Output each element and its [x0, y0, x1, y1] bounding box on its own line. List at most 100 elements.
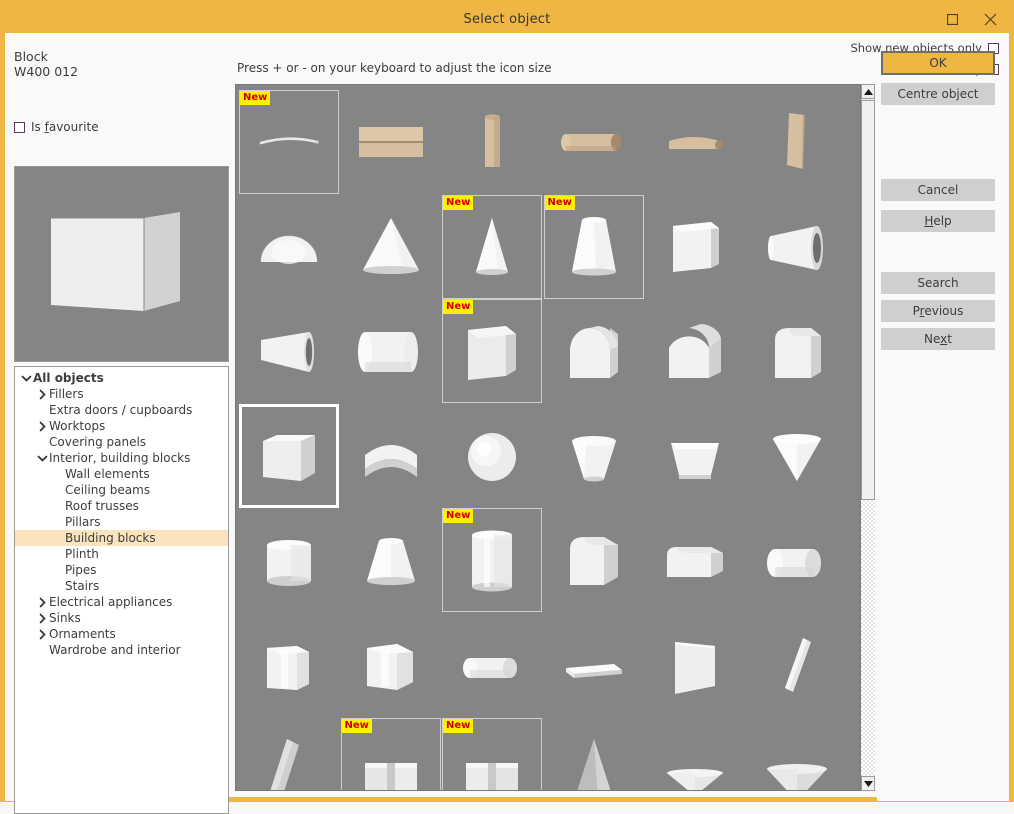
tree-item-interior-building-blocks[interactable]: Interior, building blocks [15, 450, 228, 466]
tree-item-plinth[interactable]: Plinth [15, 546, 228, 562]
icon-size-hint: Press + or - on your keyboard to adjust … [237, 61, 552, 75]
grid-item-split-block[interactable]: New [341, 718, 441, 791]
tree-item-worktops[interactable]: Worktops [15, 418, 228, 434]
box-upright-icon [454, 310, 530, 392]
grid-item-flat-panel[interactable] [645, 613, 745, 717]
grid-item-thin-arc-rod[interactable]: New [239, 90, 339, 194]
cone-tube-icon [759, 206, 835, 288]
log-vertical-icon [454, 101, 530, 183]
grid-item-cone-narrow[interactable]: New [442, 195, 542, 299]
tree-item-wall-elements[interactable]: Wall elements [15, 466, 228, 482]
grid-item-hemisphere[interactable] [239, 195, 339, 299]
grid-item-thin-box[interactable] [645, 195, 745, 299]
tapered-box-icon [657, 415, 733, 497]
wood-panel-icon [353, 101, 429, 183]
tree-item-extra-doors-cupboards[interactable]: Extra doors / cupboards [15, 402, 228, 418]
tree-item-pillars[interactable]: Pillars [15, 514, 228, 530]
tree-item-building-blocks[interactable]: Building blocks [15, 530, 228, 546]
sphere-icon [454, 415, 530, 497]
grid-item-log-half[interactable] [645, 90, 745, 194]
tree-item-fillers[interactable]: Fillers [15, 386, 228, 402]
tree-item-ornaments[interactable]: Ornaments [15, 626, 228, 642]
cancel-button[interactable]: Cancel [881, 179, 995, 201]
grid-item-funnel[interactable] [747, 404, 847, 508]
grid-item-log-vertical[interactable] [442, 90, 542, 194]
object-icon-grid[interactable]: NewNewNewNewNewNewNew [235, 84, 875, 791]
grid-item-cylinder-short[interactable] [239, 508, 339, 612]
ok-button-label: OK [929, 56, 946, 70]
grid-item-shallow-cone-dish[interactable] [645, 718, 745, 791]
object-category-tree[interactable]: All objectsFillersExtra doors / cupboard… [14, 366, 229, 814]
next-button[interactable]: Next [881, 328, 995, 350]
close-icon[interactable] [971, 5, 1009, 33]
grid-item-pyramid[interactable] [544, 718, 644, 791]
arch-block-icon [556, 310, 632, 392]
search-button[interactable]: Search [881, 272, 995, 294]
chevron-right-icon[interactable] [35, 629, 49, 640]
tree-item-all-objects[interactable]: All objects [15, 370, 228, 386]
grid-item-prism-hex-tall[interactable] [239, 613, 339, 717]
tree-item-covering-panels[interactable]: Covering panels [15, 434, 228, 450]
tree-item-electrical-appliances[interactable]: Electrical appliances [15, 594, 228, 610]
tree-item-pipes[interactable]: Pipes [15, 562, 228, 578]
is-favourite-checkbox[interactable] [14, 122, 25, 133]
scroll-up-icon[interactable] [861, 84, 875, 99]
grid-item-rounded-box-tall[interactable] [544, 508, 644, 612]
grid-item-wedge-lean[interactable] [239, 718, 339, 791]
scroll-down-icon[interactable] [861, 776, 875, 791]
grid-item-truncated-cone[interactable]: New [544, 195, 644, 299]
is-favourite-row[interactable]: Is favourite [14, 120, 99, 134]
chevron-right-icon[interactable] [35, 597, 49, 608]
grid-item-half-cylinder[interactable] [747, 508, 847, 612]
window-controls [933, 5, 1009, 33]
grid-item-rounded-box-wide[interactable] [645, 508, 745, 612]
tree-item-sinks[interactable]: Sinks [15, 610, 228, 626]
grid-item-wood-panel[interactable] [341, 90, 441, 194]
next-button-label: Next [924, 332, 952, 346]
grid-item-inverted-cone[interactable] [747, 718, 847, 791]
grid-scrollbar[interactable] [860, 84, 875, 791]
grid-item-tapered-box[interactable] [645, 404, 745, 508]
wedge-lean-icon [251, 729, 327, 791]
chevron-right-icon[interactable] [35, 421, 49, 432]
funnel-icon [759, 415, 835, 497]
grid-item-cone-tube[interactable] [747, 195, 847, 299]
grid-item-cone-wide[interactable] [341, 195, 441, 299]
chevron-down-icon[interactable] [35, 453, 49, 464]
grid-item-prism-oct-tall[interactable] [341, 613, 441, 717]
grid-item-wood-plank-tilt[interactable] [747, 90, 847, 194]
tree-item-wardrobe-and-interior[interactable]: Wardrobe and interior [15, 642, 228, 658]
chevron-right-icon[interactable] [35, 613, 49, 624]
maximize-button[interactable] [933, 5, 971, 33]
grid-item-arch-cutout[interactable] [341, 404, 441, 508]
grid-item-round-corner-box[interactable] [747, 299, 847, 403]
grid-item-slanted-rod[interactable] [747, 613, 847, 717]
grid-item-split-block-2[interactable]: New [442, 718, 542, 791]
grid-item-tube-tilt[interactable] [239, 299, 339, 403]
grid-item-box-upright[interactable]: New [442, 299, 542, 403]
grid-item-cone-frustum[interactable] [341, 508, 441, 612]
ok-button[interactable]: OK [881, 51, 995, 75]
cylinder-tall-icon [454, 519, 530, 601]
grid-item-sphere[interactable] [442, 404, 542, 508]
grid-item-log-horizontal[interactable] [544, 90, 644, 194]
chevron-right-icon[interactable] [35, 389, 49, 400]
help-button[interactable]: Help [881, 210, 995, 232]
grid-item-arch-block[interactable] [544, 299, 644, 403]
grid-item-capsule-lying[interactable] [442, 613, 542, 717]
grid-item-cone-cup[interactable] [544, 404, 644, 508]
centre-object-button[interactable]: Centre object [881, 83, 995, 105]
tree-item-ceiling-beams[interactable]: Ceiling beams [15, 482, 228, 498]
scrollbar-thumb[interactable] [861, 100, 875, 500]
tree-item-stairs[interactable]: Stairs [15, 578, 228, 594]
grid-item-flat-slab[interactable] [544, 613, 644, 717]
grid-item-cylinder-lying[interactable] [341, 299, 441, 403]
grid-item-block-cube[interactable] [239, 404, 339, 508]
previous-button[interactable]: Previous [881, 300, 995, 322]
tree-item-roof-trusses[interactable]: Roof trusses [15, 498, 228, 514]
chevron-down-icon[interactable] [19, 373, 33, 384]
grid-item-barrel-vault[interactable] [645, 299, 745, 403]
grid-item-cylinder-tall[interactable]: New [442, 508, 542, 612]
tree-item-label: Sinks [49, 610, 81, 626]
half-cylinder-icon [759, 519, 835, 601]
